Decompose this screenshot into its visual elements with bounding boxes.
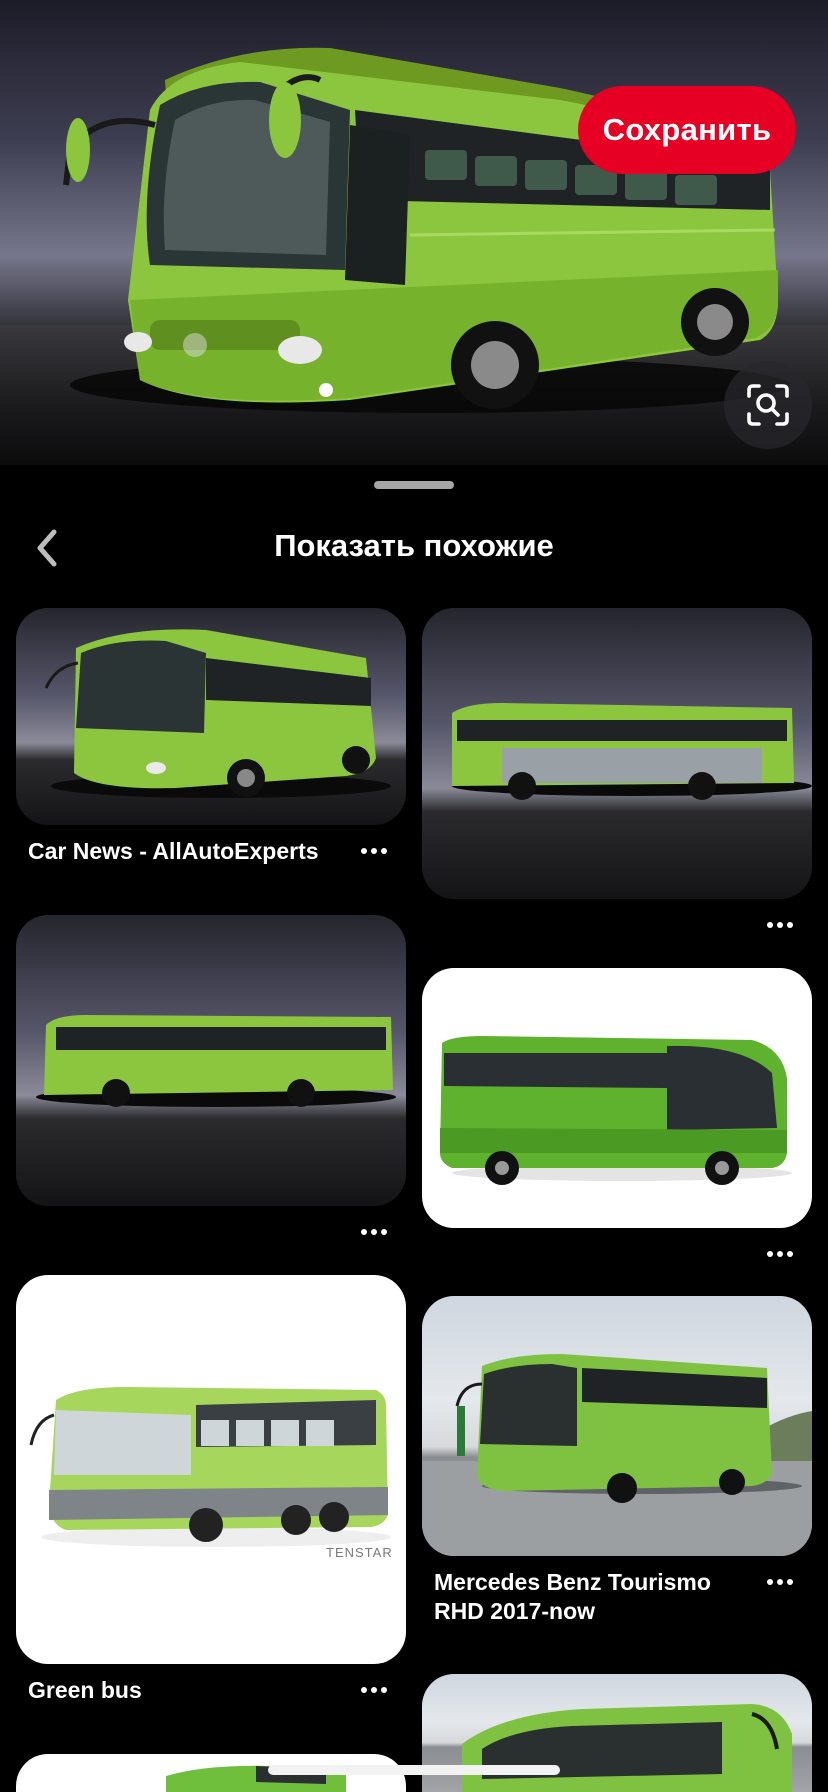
pin-caption[interactable]: Car News - AllAutoExperts <box>28 837 348 866</box>
dot <box>371 1687 377 1693</box>
dot <box>777 1579 783 1585</box>
dot <box>787 922 793 928</box>
bus-thumbnail <box>422 1354 812 1556</box>
save-button[interactable]: Сохранить <box>578 86 796 174</box>
dot <box>787 1251 793 1257</box>
pin-card[interactable]: TENSTAR Green bus <box>16 1275 406 1720</box>
visual-search-button[interactable] <box>724 361 812 449</box>
pin-image[interactable]: TENSTAR <box>16 1275 406 1664</box>
pin-image[interactable] <box>422 1296 812 1556</box>
pin-card[interactable] <box>422 968 812 1284</box>
pin-meta: Green bus <box>16 1664 406 1720</box>
pin-meta: Mercedes Benz Tourismo RHD 2017-now <box>422 1556 812 1648</box>
dot <box>767 1251 773 1257</box>
bus-thumbnail <box>44 629 391 798</box>
dot <box>777 922 783 928</box>
dot <box>777 1251 783 1257</box>
pin-meta <box>422 899 812 955</box>
dot <box>371 1229 377 1235</box>
more-options-button[interactable] <box>354 1676 394 1704</box>
home-indicator[interactable] <box>268 1765 560 1775</box>
sheet-title: Показать похожие <box>274 528 554 563</box>
pin-card[interactable] <box>422 608 812 955</box>
pin-image[interactable] <box>422 608 812 899</box>
dot <box>361 1229 367 1235</box>
pin-caption[interactable]: Green bus <box>28 1676 348 1705</box>
dot <box>381 848 387 854</box>
dot <box>371 848 377 854</box>
bus-thumbnail <box>440 1036 792 1185</box>
pin-caption[interactable]: Mercedes Benz Tourismo RHD 2017-now <box>434 1568 754 1626</box>
sheet-grabber[interactable] <box>374 481 454 489</box>
pin-meta <box>16 1206 406 1262</box>
more-options-button[interactable] <box>354 837 394 865</box>
more-options-button[interactable] <box>760 1240 800 1268</box>
dot <box>767 1579 773 1585</box>
pin-image[interactable] <box>16 915 406 1206</box>
pin-card[interactable] <box>16 915 406 1262</box>
pin-image[interactable] <box>16 608 406 825</box>
bus-thumbnail <box>36 1015 396 1107</box>
more-options-button[interactable] <box>354 1218 394 1246</box>
pin-meta: Car News - AllAutoExperts <box>16 825 406 881</box>
dot <box>767 922 773 928</box>
pin-card[interactable]: Car News - AllAutoExperts <box>16 608 406 881</box>
pin-meta <box>422 1228 812 1284</box>
hero-bus-illustration <box>63 47 790 413</box>
dot <box>787 1579 793 1585</box>
dot <box>361 848 367 854</box>
pin-image[interactable] <box>422 968 812 1228</box>
more-options-button[interactable] <box>760 911 800 939</box>
dot <box>381 1229 387 1235</box>
bus-thumbnail <box>452 703 812 800</box>
visual-search-icon <box>747 384 789 426</box>
bus-thumbnail: TENSTAR <box>29 1387 393 1560</box>
dot <box>381 1687 387 1693</box>
more-options-button[interactable] <box>760 1568 800 1596</box>
hero-image[interactable]: Сохранить <box>0 0 828 465</box>
tenstar-watermark: TENSTAR <box>326 1545 393 1560</box>
dot <box>361 1687 367 1693</box>
pin-card[interactable]: Mercedes Benz Tourismo RHD 2017-now <box>422 1296 812 1648</box>
